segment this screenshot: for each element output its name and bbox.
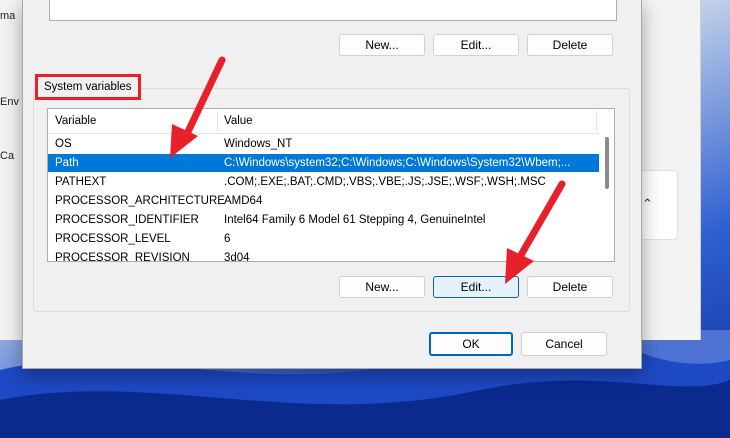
variable-value: 6 (224, 233, 231, 245)
table-row[interactable]: PATHEXT .COM;.EXE;.BAT;.CMD;.VBS;.VBE;.JS… (48, 173, 599, 191)
variable-name: PROCESSOR_IDENTIFIER (55, 214, 199, 226)
variable-name: Path (55, 157, 79, 169)
background-text: Ca (0, 150, 15, 162)
variable-value: Windows_NT (224, 138, 293, 150)
table-row[interactable]: PROCESSOR_REVISION 3d04 (48, 249, 599, 262)
scroll-thumb[interactable] (605, 137, 609, 189)
table-row[interactable]: PROCESSOR_LEVEL 6 (48, 230, 599, 248)
table-row[interactable]: OS Windows_NT (48, 135, 599, 153)
system-variables-list[interactable]: Variable Value OS Windows_NT Path C:\Window… (47, 108, 615, 262)
system-delete-button[interactable]: Delete (527, 276, 613, 298)
variable-name: PROCESSOR_REVISION (55, 252, 190, 262)
ok-button[interactable]: OK (429, 332, 513, 356)
table-row[interactable]: Path C:\Windows\system32;C:\Windows;C:\Wi… (48, 154, 599, 172)
variable-value: 3d04 (224, 252, 250, 262)
table-row[interactable]: PROCESSOR_ARCHITECTURE AMD64 (48, 192, 599, 210)
variable-value: Intel64 Family 6 Model 61 Stepping 4, Ge… (224, 214, 486, 226)
user-delete-button[interactable]: Delete (527, 34, 613, 56)
user-new-button[interactable]: New... (339, 34, 425, 56)
list-scrollbar[interactable] (600, 109, 613, 261)
variable-name: PATHEXT (55, 176, 107, 188)
variable-value: AMD64 (224, 195, 263, 207)
system-new-button[interactable]: New... (339, 276, 425, 298)
environment-variables-dialog: New... Edit... Delete System variables V… (22, 0, 642, 369)
background-text: Env (0, 96, 19, 108)
user-edit-button[interactable]: Edit... (433, 34, 519, 56)
system-variables-label: System variables (35, 74, 141, 100)
variable-name: PROCESSOR_LEVEL (55, 233, 171, 245)
system-edit-button[interactable]: Edit... (433, 276, 519, 298)
variable-value: C:\Windows\system32;C:\Windows;C:\Window… (224, 157, 571, 169)
column-header-value[interactable]: Value (217, 109, 253, 133)
variable-value: .COM;.EXE;.BAT;.CMD;.VBS;.VBE;.JS;.JSE;.… (224, 176, 546, 188)
column-divider[interactable] (596, 111, 597, 131)
background-text: ma (0, 10, 16, 22)
list-header: Variable Value (48, 109, 599, 134)
user-variables-list[interactable] (49, 0, 617, 21)
variable-name: OS (55, 138, 72, 150)
table-row[interactable]: PROCESSOR_IDENTIFIER Intel64 Family 6 Mod… (48, 211, 599, 229)
cancel-button[interactable]: Cancel (521, 332, 607, 356)
column-header-variable[interactable]: Variable (48, 109, 96, 133)
chevron-up-icon[interactable]: ⌃ (642, 196, 653, 212)
variable-name: PROCESSOR_ARCHITECTURE (55, 195, 225, 207)
